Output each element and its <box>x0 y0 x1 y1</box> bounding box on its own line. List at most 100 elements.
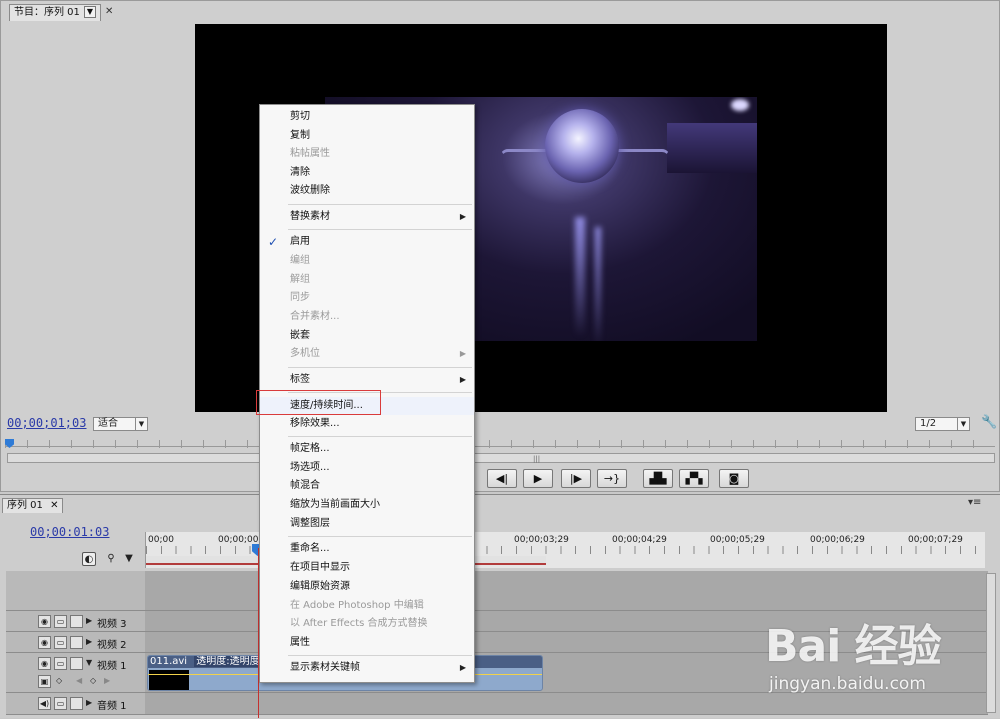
sync-lock-icon[interactable] <box>70 697 83 710</box>
play-button[interactable]: ▶ <box>523 469 553 488</box>
menu-item-rename[interactable]: 重命名... <box>260 540 474 558</box>
lock-icon[interactable]: ▭ <box>54 615 67 628</box>
program-zoom-scrollbar[interactable] <box>7 453 995 463</box>
menu-item-properties[interactable]: 属性 <box>260 634 474 652</box>
menu-item-label: 标签 <box>290 374 310 385</box>
menu-item-edit-original[interactable]: 编辑原始资源 <box>260 578 474 596</box>
ruler-line <box>5 446 995 447</box>
menu-item-ripple-delete[interactable]: 波纹删除 <box>260 182 474 200</box>
step-back-button[interactable]: ◀| <box>487 469 517 488</box>
check-icon: ✓ <box>268 235 279 249</box>
menu-item-label: 帧混合 <box>290 480 320 491</box>
video-shelf <box>667 123 757 173</box>
menu-item-label: 以 After Effects 合成方式替换 <box>290 618 428 629</box>
expand-triangle-icon[interactable]: ▶ <box>86 616 92 625</box>
menu-item-cut[interactable]: 剪切 <box>260 108 474 126</box>
menu-item-label: 在项目中显示 <box>290 562 350 573</box>
track-header-video1: ◉ ▭ ▼ 视频 1 ▣ ◇ ◀ ◇ ▶ <box>6 653 145 693</box>
video-reflection <box>595 227 601 341</box>
menu-item-field-options[interactable]: 场选项... <box>260 459 474 477</box>
menu-item-ungroup: 解组 <box>260 271 474 289</box>
program-monitor-panel: 节目：序列 01 ▼ ✕ 00;00;01;03 适合 ▼ 1/2 ▼ 🔧 |||… <box>0 0 1000 492</box>
menu-item-reveal-in-project[interactable]: 在项目中显示 <box>260 559 474 577</box>
menu-item-clear[interactable]: 清除 <box>260 164 474 182</box>
menu-item-copy[interactable]: 复制 <box>260 127 474 145</box>
quality-dropdown[interactable]: 1/2 ▼ <box>915 417 970 431</box>
close-icon[interactable]: ✕ <box>105 6 113 17</box>
fit-dropdown[interactable]: 适合 ▼ <box>93 417 148 431</box>
menu-item-enable[interactable]: ✓ 启用 <box>260 233 474 251</box>
menu-item-adjustment-layer[interactable]: 调整图层 <box>260 515 474 533</box>
menu-item-nest[interactable]: 嵌套 <box>260 327 474 345</box>
menu-item-label: 同步 <box>290 292 310 303</box>
menu-item-paste-attributes: 粘帖属性 <box>260 145 474 163</box>
menu-item-synchronize: 同步 <box>260 289 474 307</box>
wrench-icon[interactable]: 🔧 <box>981 415 997 430</box>
track-name: 视频 3 <box>97 619 127 630</box>
extract-button[interactable]: ▞▚ <box>679 469 709 488</box>
menu-item-frame-blend[interactable]: 帧混合 <box>260 477 474 495</box>
program-tab[interactable]: 节目：序列 01 ▼ <box>9 4 101 21</box>
menu-item-label: 替换素材 <box>290 211 330 222</box>
menu-item-label: 解组 <box>290 274 310 285</box>
clip-effect[interactable]: 透明度:透明度 <box>194 656 262 667</box>
sync-lock-icon[interactable] <box>70 615 83 628</box>
eye-icon[interactable]: ◉ <box>38 636 51 649</box>
next-keyframe-icon[interactable]: ▶ <box>104 676 110 685</box>
ruler-label: 00;00;03;29 <box>514 535 569 545</box>
video-reflection <box>575 217 585 337</box>
track-header-empty <box>6 571 145 611</box>
menu-item-label: 剪切 <box>290 111 310 122</box>
close-icon[interactable]: ✕ <box>50 500 58 511</box>
timeline-timecode[interactable]: 00;00:01:03 <box>30 525 109 539</box>
keyframe-display-icon[interactable]: ◇ <box>56 676 62 685</box>
track-name: 音频 1 <box>97 701 127 712</box>
menu-item-remove-effects[interactable]: 移除效果... <box>260 415 474 433</box>
menu-item-frame-hold[interactable]: 帧定格... <box>260 440 474 458</box>
ruler-label: 00;00;04;29 <box>612 535 667 545</box>
menu-item-label: 粘帖属性 <box>290 148 330 159</box>
panel-menu-icon[interactable]: ▾≡ <box>968 497 981 508</box>
scrollbar-grip-icon[interactable]: ||| <box>533 455 540 463</box>
add-keyframe-icon[interactable]: ◇ <box>90 676 96 685</box>
eye-icon[interactable]: ◉ <box>38 615 51 628</box>
expand-triangle-icon[interactable]: ▶ <box>86 698 92 707</box>
menu-item-label: 波纹删除 <box>290 185 330 196</box>
lock-icon[interactable]: ▭ <box>54 636 67 649</box>
tab-dropdown-icon[interactable]: ▼ <box>83 6 96 18</box>
sync-lock-icon[interactable] <box>70 657 83 670</box>
menu-item-multi-camera: 多机位 ▶ <box>260 345 474 363</box>
baidu-watermark: Bai 经验 jingyan.baidu.com <box>765 610 995 710</box>
chevron-down-icon: ▼ <box>957 418 969 430</box>
program-timecode[interactable]: 00;00;01;03 <box>7 416 86 430</box>
lock-icon[interactable]: ▭ <box>54 697 67 710</box>
menu-item-merge-clips: 合并素材... <box>260 308 474 326</box>
step-forward-button[interactable]: |▶ <box>561 469 591 488</box>
expand-triangle-icon[interactable]: ▶ <box>86 637 92 646</box>
display-style-icon[interactable]: ▣ <box>38 675 51 688</box>
submenu-arrow-icon: ▶ <box>459 212 466 221</box>
lock-icon[interactable]: ▭ <box>54 657 67 670</box>
add-marker-icon[interactable]: ▼ <box>122 552 136 566</box>
menu-item-label-submenu[interactable]: 标签 ▶ <box>260 371 474 389</box>
track-name: 视频 1 <box>97 661 127 672</box>
menu-separator <box>288 436 472 437</box>
menu-item-group: 编组 <box>260 252 474 270</box>
speaker-icon[interactable]: ◀) <box>38 697 51 710</box>
eye-icon[interactable]: ◉ <box>38 657 51 670</box>
menu-item-scale-to-frame[interactable]: 缩放为当前画面大小 <box>260 496 474 514</box>
export-frame-button[interactable]: ◙ <box>719 469 749 488</box>
sync-lock-icon[interactable] <box>70 636 83 649</box>
marker-icon[interactable]: ⚲ <box>104 552 118 566</box>
menu-item-label: 编组 <box>290 255 310 266</box>
go-to-out-button[interactable]: →} <box>597 469 627 488</box>
collapse-triangle-icon[interactable]: ▼ <box>86 658 92 667</box>
lift-button[interactable]: ▟▙ <box>643 469 673 488</box>
menu-item-show-clip-keyframes[interactable]: 显示素材关键帧 ▶ <box>260 659 474 677</box>
sequence-tab[interactable]: 序列 01 ✕ <box>2 498 64 513</box>
prev-keyframe-icon[interactable]: ◀ <box>76 676 82 685</box>
menu-item-label: 多机位 <box>290 348 320 359</box>
menu-item-label: 编辑原始资源 <box>290 581 350 592</box>
snap-icon[interactable]: ◐ <box>82 552 96 566</box>
menu-item-replace-footage[interactable]: 替换素材 ▶ <box>260 208 474 226</box>
